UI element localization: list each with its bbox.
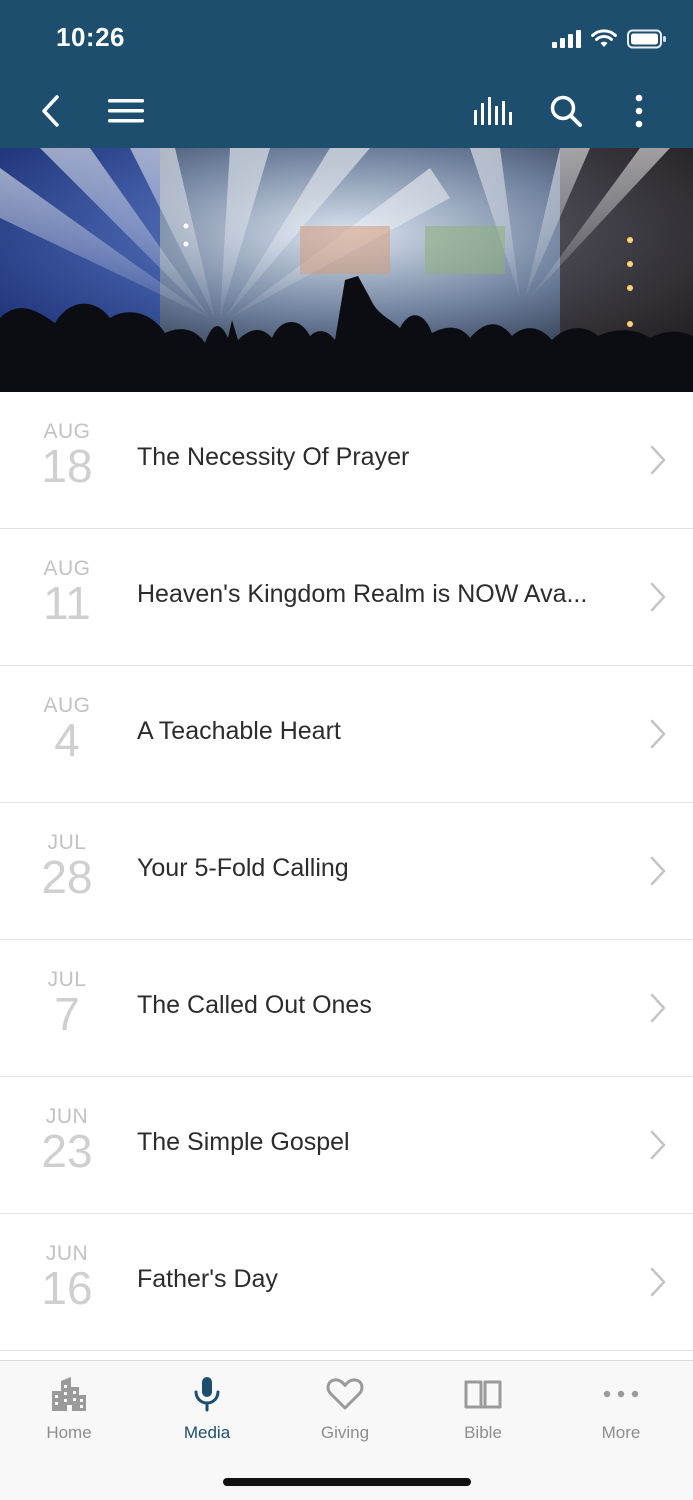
date-day: 16 [41, 1262, 93, 1314]
list-item[interactable]: JUN 16 Father's Day [0, 1214, 693, 1351]
chevron-right-icon [650, 1267, 666, 1297]
hero-banner-image [0, 148, 693, 392]
wifi-icon [591, 29, 617, 47]
chevron-right-icon [650, 993, 666, 1023]
sermon-date: JUL 28 [18, 831, 116, 901]
tab-label: Bible [464, 1423, 502, 1442]
list-item[interactable]: AUG 4 A Teachable Heart [0, 666, 693, 803]
sermon-date: AUG 11 [18, 557, 116, 627]
date-day: 7 [54, 988, 80, 1040]
sermon-date: AUG 18 [18, 420, 116, 490]
tab-label: Home [46, 1423, 92, 1442]
microphone-icon [194, 1377, 220, 1412]
list-item[interactable]: JUN 23 The Simple Gospel [0, 1077, 693, 1214]
tab-label: Giving [320, 1423, 370, 1442]
tab-bible[interactable]: Bible [414, 1371, 552, 1451]
tab-label: More [601, 1423, 641, 1442]
sermon-title: The Necessity Of Prayer [137, 443, 410, 471]
sermon-title: A Teachable Heart [137, 717, 341, 745]
tab-label: Media [183, 1423, 231, 1442]
list-item[interactable]: AUG 11 Heaven's Kingdom Realm is NOW Ava… [0, 529, 693, 666]
list-item[interactable]: JUL 28 Your 5-Fold Calling [0, 803, 693, 940]
battery-icon [627, 29, 666, 49]
chevron-right-icon [650, 582, 666, 612]
sermon-date: JUN 16 [18, 1242, 116, 1312]
hamburger-menu-icon [108, 99, 144, 123]
date-day: 18 [41, 440, 93, 492]
search-button[interactable] [541, 86, 591, 136]
list-item[interactable]: AUG 18 The Necessity Of Prayer [0, 392, 693, 529]
status-time: 10:26 [56, 22, 125, 52]
vertical-dots-icon [635, 94, 643, 128]
horizontal-dots-icon [603, 1390, 639, 1398]
tab-home[interactable]: Home [0, 1371, 138, 1451]
more-options-button[interactable] [614, 86, 664, 136]
chevron-right-icon [650, 856, 666, 886]
tab-giving[interactable]: Giving [276, 1371, 414, 1451]
back-button[interactable] [26, 86, 76, 136]
status-icons [551, 24, 667, 54]
sermon-title: The Simple Gospel [137, 1128, 350, 1156]
sermon-list: AUG 18 The Necessity Of Prayer AUG 11 He… [0, 392, 693, 1351]
search-icon [550, 95, 582, 127]
home-indicator [223, 1478, 471, 1486]
sermon-title: Father's Day [137, 1265, 278, 1293]
sermon-date: JUL 7 [18, 968, 116, 1038]
tab-more[interactable]: More [552, 1371, 690, 1451]
chevron-right-icon [650, 1130, 666, 1160]
tab-media[interactable]: Media [138, 1371, 276, 1451]
app-header: 10:26 [0, 0, 693, 148]
menu-button[interactable] [101, 86, 151, 136]
chevron-left-icon [42, 95, 59, 127]
sermon-date: AUG 4 [18, 694, 116, 764]
date-day: 11 [43, 577, 91, 629]
building-icon [52, 1377, 86, 1411]
chevron-right-icon [650, 719, 666, 749]
date-day: 23 [41, 1125, 93, 1177]
list-item[interactable]: JUL 7 The Called Out Ones [0, 940, 693, 1077]
date-day: 28 [41, 851, 93, 903]
audio-bars-icon [474, 97, 512, 125]
sermon-title: Heaven's Kingdom Realm is NOW Ava... [137, 580, 588, 608]
sermon-title: Your 5-Fold Calling [137, 854, 349, 882]
cellular-signal-icon [552, 30, 581, 48]
audio-button[interactable] [467, 86, 517, 136]
sermon-title: The Called Out Ones [137, 991, 372, 1019]
heart-icon [326, 1378, 364, 1410]
book-icon [464, 1380, 502, 1409]
sermon-date: JUN 23 [18, 1105, 116, 1175]
date-day: 4 [54, 714, 80, 766]
chevron-right-icon [650, 445, 666, 475]
